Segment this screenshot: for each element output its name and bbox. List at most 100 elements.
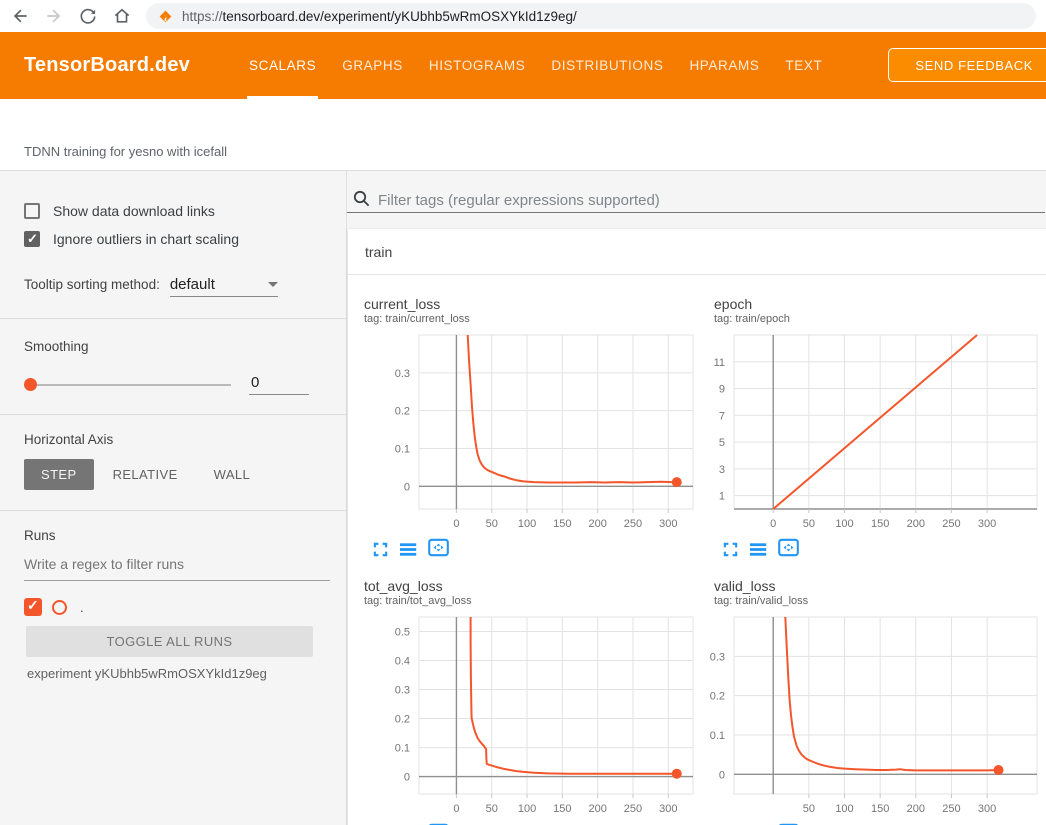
svg-text:0.2: 0.2 [710, 691, 725, 703]
chart-title: tot_avg_loss [348, 578, 698, 594]
svg-text:50: 50 [486, 518, 498, 530]
tag-filter-underline [347, 212, 1045, 213]
charts-grid: current_loss tag: train/current_loss 0 0.… [348, 275, 1046, 825]
run-name: . [80, 600, 84, 615]
forward-icon[interactable] [44, 6, 64, 26]
smoothing-slider[interactable] [24, 384, 231, 386]
chart-title: epoch [698, 296, 1042, 312]
axis-relative-button[interactable]: RELATIVE [96, 459, 195, 490]
send-feedback-button[interactable]: SEND FEEDBACK [888, 48, 1046, 82]
chart-tag: tag: train/valid_loss [698, 594, 1042, 609]
svg-text:300: 300 [978, 518, 996, 530]
search-icon [353, 190, 370, 212]
chart-canvas[interactable]: 00.10.20.30.40.5050100150200250300 [348, 613, 698, 820]
svg-text:150: 150 [871, 803, 889, 815]
chart-canvas[interactable]: 00.10.20.350100150200250300 [698, 613, 1042, 820]
chart-tag: tag: train/tot_avg_loss [348, 594, 698, 609]
svg-text:0.3: 0.3 [710, 651, 725, 663]
svg-text:100: 100 [518, 518, 536, 530]
svg-text:100: 100 [518, 803, 536, 815]
chart-canvas[interactable]: 1357911050100150200250300 [698, 331, 1042, 535]
app-header: TensorBoard.dev SCALARS GRAPHS HISTOGRAM… [0, 32, 1046, 99]
tab-hparams[interactable]: HPARAMS [676, 32, 772, 99]
tooltip-sorting-select[interactable]: default [170, 276, 278, 297]
ignore-outliers-checkbox-row[interactable]: Ignore outliers in chart scaling [24, 225, 328, 253]
experiment-id-caption: experiment yKUbhb5wRmOSXYkId1z9eg [27, 666, 328, 681]
svg-text:11: 11 [714, 357, 725, 369]
svg-text:0: 0 [404, 481, 410, 493]
svg-text:0: 0 [453, 518, 459, 530]
svg-text:9: 9 [719, 384, 725, 396]
chart-title: valid_loss [698, 578, 1042, 594]
svg-text:5: 5 [719, 437, 725, 449]
tab-distributions[interactable]: DISTRIBUTIONS [538, 32, 676, 99]
svg-text:0.1: 0.1 [710, 730, 725, 742]
browser-toolbar: https://tensorboard.dev/experiment/yKUbh… [0, 0, 1046, 32]
address-bar[interactable]: https://tensorboard.dev/experiment/yKUbh… [146, 3, 1036, 29]
settings-sidebar: Show data download links Ignore outliers… [0, 171, 347, 825]
run-checkbox[interactable] [24, 598, 42, 616]
chart-tag: tag: train/current_loss [348, 312, 698, 327]
svg-text:1: 1 [719, 491, 725, 503]
show-download-links-checkbox-row[interactable]: Show data download links [24, 197, 328, 225]
svg-text:250: 250 [624, 518, 642, 530]
svg-text:50: 50 [803, 803, 815, 815]
svg-text:3: 3 [719, 464, 725, 476]
svg-text:200: 200 [907, 518, 925, 530]
checkbox-icon[interactable] [24, 231, 40, 247]
tab-text[interactable]: TEXT [772, 32, 835, 99]
main-content: Filter tags (regular expressions support… [347, 171, 1046, 825]
chart-card-epoch: epoch tag: train/epoch 13579110501001502… [698, 275, 1042, 557]
toggle-all-runs-button[interactable]: TOGGLE ALL RUNS [26, 626, 313, 657]
experiment-title: TDNN training for yesno with icefall [24, 144, 227, 159]
tab-graphs[interactable]: GRAPHS [329, 32, 416, 99]
chevron-down-icon [268, 282, 278, 287]
svg-text:250: 250 [942, 518, 960, 530]
axis-step-button[interactable]: STEP [24, 459, 94, 490]
runs-label: Runs [24, 528, 328, 543]
chart-canvas[interactable]: 00.10.20.3050100150200250300 [348, 331, 698, 535]
svg-text:0: 0 [719, 769, 725, 781]
checkbox-label: Ignore outliers in chart scaling [53, 231, 239, 247]
svg-text:250: 250 [624, 803, 642, 815]
chart-tag: tag: train/epoch [698, 312, 1042, 327]
reload-icon[interactable] [78, 6, 98, 26]
svg-text:0.1: 0.1 [395, 743, 410, 755]
tooltip-sorting-value: default [170, 276, 215, 293]
svg-text:300: 300 [659, 803, 677, 815]
runs-regex-placeholder: Write a regex to filter runs [24, 556, 184, 572]
horizontal-axis-label: Horizontal Axis [24, 432, 328, 447]
tag-filter-input[interactable]: Filter tags (regular expressions support… [378, 192, 660, 209]
home-icon[interactable] [112, 6, 132, 26]
tab-scalars[interactable]: SCALARS [236, 32, 329, 99]
svg-text:0.3: 0.3 [395, 685, 410, 697]
svg-text:50: 50 [803, 518, 815, 530]
svg-text:0.4: 0.4 [395, 656, 410, 668]
smoothing-label: Smoothing [24, 339, 328, 354]
chart-title: current_loss [348, 296, 698, 312]
svg-text:150: 150 [871, 518, 889, 530]
svg-text:0.3: 0.3 [395, 368, 410, 380]
svg-text:0.2: 0.2 [395, 714, 410, 726]
back-icon[interactable] [10, 6, 30, 26]
svg-text:100: 100 [835, 518, 853, 530]
train-section-header[interactable]: train [348, 229, 1046, 275]
svg-text:100: 100 [835, 803, 853, 815]
checkbox-label: Show data download links [53, 203, 215, 219]
checkbox-icon[interactable] [24, 203, 40, 219]
run-color-swatch [52, 600, 67, 615]
svg-text:7: 7 [719, 410, 725, 422]
run-list-item[interactable]: . [24, 598, 328, 616]
train-section-card: train current_loss tag: train/current_lo… [348, 229, 1046, 825]
svg-text:150: 150 [553, 803, 571, 815]
tooltip-sorting-label: Tooltip sorting method: [24, 277, 160, 292]
svg-text:300: 300 [978, 803, 996, 815]
axis-wall-button[interactable]: WALL [197, 459, 268, 490]
runs-regex-input[interactable]: Write a regex to filter runs [24, 556, 330, 581]
smoothing-value-field[interactable]: 0 [249, 374, 309, 395]
smoothing-slider-thumb[interactable] [24, 378, 37, 391]
svg-text:200: 200 [907, 803, 925, 815]
app-logo: TensorBoard.dev [24, 54, 190, 77]
svg-text:200: 200 [588, 518, 606, 530]
tab-histograms[interactable]: HISTOGRAMS [416, 32, 539, 99]
